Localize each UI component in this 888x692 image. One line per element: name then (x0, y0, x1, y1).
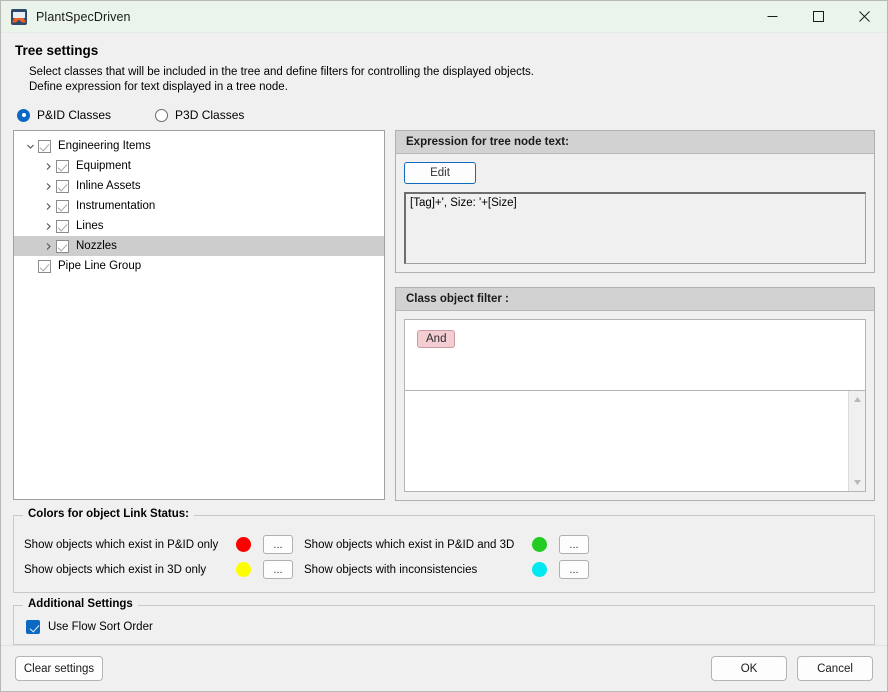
tree-row-label: Nozzles (76, 240, 117, 252)
color-row-pid-and-3d: Show objects which exist in P&ID and 3D … (304, 532, 589, 557)
tree-row-label: Inline Assets (76, 180, 141, 192)
app-logo-icon (11, 8, 27, 25)
window-controls (749, 1, 887, 33)
title-bar: PlantSpecDriven (1, 1, 887, 33)
tree-checkbox[interactable] (56, 219, 69, 233)
chevron-down-icon[interactable] (22, 142, 38, 151)
tree-checkbox[interactable] (56, 159, 69, 173)
radio-dot-icon (17, 108, 30, 122)
chevron-right-icon[interactable] (40, 222, 56, 231)
color-row-pid-only: Show objects which exist in P&ID only ..… (24, 532, 304, 557)
color-row-3d-only: Show objects which exist in 3D only ... (24, 557, 304, 582)
color-swatch-pid-only (236, 537, 251, 552)
radio-dot-icon (155, 108, 169, 122)
colors-section-legend: Colors for object Link Status: (23, 508, 195, 520)
color-row-label: Show objects which exist in P&ID only (24, 538, 219, 551)
tree-row[interactable]: Pipe Line Group (14, 256, 384, 276)
ok-button[interactable]: OK (711, 656, 787, 681)
scrollbar-track[interactable] (849, 408, 865, 474)
dialog-footer: Clear settings OK Cancel (1, 645, 887, 691)
tree-row[interactable]: Lines (14, 216, 384, 236)
footer-actions: OK Cancel (711, 656, 873, 681)
chevron-right-icon[interactable] (40, 242, 56, 251)
filter-and-chip[interactable]: And (417, 330, 456, 348)
use-flow-sort-order-checkbox[interactable] (26, 620, 40, 634)
chevron-right-icon[interactable] (40, 162, 56, 171)
tree-row[interactable]: Equipment (14, 156, 384, 176)
header-section: Tree settings Select classes that will b… (1, 33, 887, 97)
window-title: PlantSpecDriven (36, 9, 131, 24)
colors-link-status-section: Colors for object Link Status: Show obje… (13, 508, 875, 593)
tree-row-label: Engineering Items (58, 140, 151, 152)
tree-row-label: Pipe Line Group (58, 260, 142, 272)
maximize-button[interactable] (795, 1, 841, 33)
tree-row-label: Equipment (76, 160, 131, 172)
plantspecdriven-dialog: PlantSpecDriven Tree settings Select cla… (0, 0, 888, 692)
filter-detail-area[interactable] (404, 391, 866, 492)
color-swatch-pid-and-3d (532, 537, 547, 552)
radio-p3d-classes-label: P3D Classes (175, 108, 245, 122)
expression-value-field[interactable]: [Tag]+', Size: '+[Size] (404, 192, 866, 264)
header-description-line-2: Define expression for text displayed in … (29, 81, 288, 93)
color-row-label: Show objects with inconsistencies (304, 563, 478, 576)
tree-checkbox[interactable] (38, 259, 51, 273)
colors-grid: Show objects which exist in P&ID only ..… (14, 532, 874, 582)
tree-checkbox[interactable] (56, 199, 69, 213)
tree-row-label: Lines (76, 220, 104, 232)
use-flow-sort-order-checkbox-row[interactable]: Use Flow Sort Order (26, 620, 874, 634)
tree-checkbox[interactable] (38, 139, 51, 153)
chevron-right-icon[interactable] (40, 202, 56, 211)
left-column: Engineering Items Equipment Inline Asset… (13, 130, 385, 501)
use-flow-sort-order-label: Use Flow Sort Order (48, 621, 153, 633)
additional-settings-section: Additional Settings Use Flow Sort Order (13, 598, 875, 645)
tree-row[interactable]: Inline Assets (14, 176, 384, 196)
color-picker-button-pid-only[interactable]: ... (263, 535, 293, 554)
tree-checkbox[interactable] (56, 239, 69, 253)
colors-column-left: Show objects which exist in P&ID only ..… (14, 532, 304, 582)
tree-row[interactable]: Instrumentation (14, 196, 384, 216)
main-body: Engineering Items Equipment Inline Asset… (1, 130, 887, 501)
filter-expression-area[interactable]: And (404, 319, 866, 391)
color-swatch-3d-only (236, 562, 251, 577)
minimize-button[interactable] (749, 1, 795, 33)
header-description-line-1: Select classes that will be included in … (29, 66, 535, 78)
tree-row-selected[interactable]: Nozzles (14, 236, 384, 256)
scroll-down-icon[interactable] (849, 474, 865, 491)
filter-detail-canvas[interactable] (405, 391, 848, 491)
radio-p3d-classes[interactable]: P3D Classes (155, 108, 244, 122)
colors-column-right: Show objects which exist in P&ID and 3D … (304, 532, 589, 582)
radio-pid-classes-label: P&ID Classes (37, 108, 112, 122)
close-button[interactable] (841, 1, 887, 33)
expression-panel-header: Expression for tree node text: (396, 131, 874, 154)
color-row-inconsistencies: Show objects with inconsistencies ... (304, 557, 589, 582)
color-picker-button-pid-and-3d[interactable]: ... (559, 535, 589, 554)
tree-checkbox[interactable] (56, 179, 69, 193)
right-column: Expression for tree node text: Edit [Tag… (395, 130, 875, 501)
color-picker-button-3d-only[interactable]: ... (263, 560, 293, 579)
clear-settings-button[interactable]: Clear settings (15, 656, 103, 681)
scroll-up-icon[interactable] (849, 391, 865, 408)
class-mode-radio-group: P&ID Classes P3D Classes (1, 97, 887, 130)
edit-button[interactable]: Edit (404, 162, 476, 184)
page-title: Tree settings (15, 43, 99, 58)
filter-scrollbar[interactable] (848, 391, 865, 491)
color-picker-button-inconsistencies[interactable]: ... (559, 560, 589, 579)
filter-panel-body: And (396, 311, 874, 500)
expression-panel: Expression for tree node text: Edit [Tag… (395, 130, 875, 273)
filter-panel-header: Class object filter : (396, 288, 874, 311)
tree-row[interactable]: Engineering Items (14, 136, 384, 156)
cancel-button[interactable]: Cancel (797, 656, 873, 681)
color-row-label: Show objects which exist in P&ID and 3D (304, 538, 515, 551)
tree-row-label: Instrumentation (76, 200, 156, 212)
color-swatch-inconsistencies (532, 562, 547, 577)
radio-pid-classes[interactable]: P&ID Classes (17, 108, 111, 122)
class-tree[interactable]: Engineering Items Equipment Inline Asset… (13, 130, 385, 500)
color-row-label: Show objects which exist in 3D only (24, 563, 207, 576)
additional-settings-legend: Additional Settings (23, 598, 138, 610)
chevron-right-icon[interactable] (40, 182, 56, 191)
expression-panel-body: Edit [Tag]+', Size: '+[Size] (396, 154, 874, 272)
class-object-filter-panel: Class object filter : And (395, 287, 875, 501)
